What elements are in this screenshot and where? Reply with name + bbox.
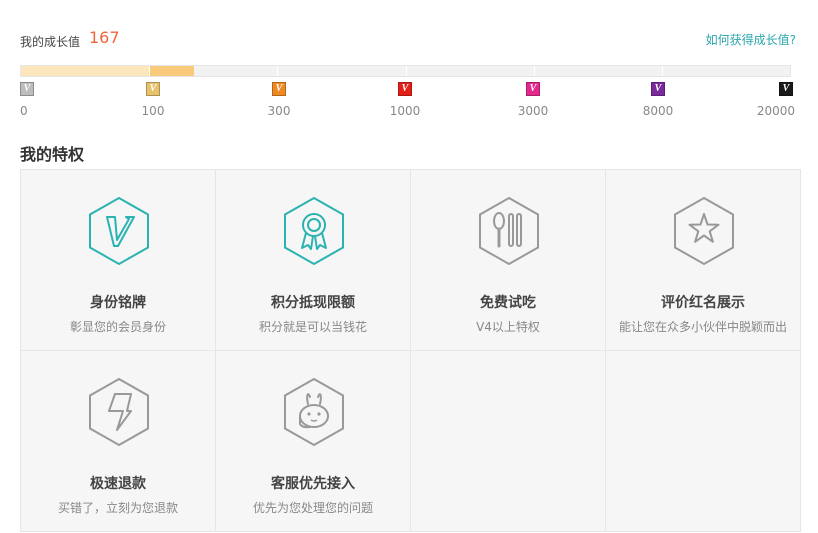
privilege-title: 积分抵现限额 (271, 295, 355, 311)
growth-progress-bar (20, 65, 791, 77)
award-ribbon-icon (284, 196, 344, 266)
privilege-card-points-limit[interactable]: 积分抵现限额 积分就是可以当钱花 (216, 170, 411, 351)
privilege-card-priority-service[interactable]: 客服优先接入 优先为您处理您的问题 (216, 351, 411, 532)
level-threshold: 3000 (517, 104, 549, 118)
progress-bar-tick (149, 66, 150, 76)
level-marker: V 300 (268, 82, 290, 118)
level-badge-icon: V (146, 82, 160, 96)
privilege-desc: 积分就是可以当钱花 (258, 320, 367, 334)
level-marker: V 1000 (390, 82, 420, 118)
star-icon (674, 196, 734, 266)
privilege-title: 客服优先接入 (271, 476, 355, 492)
privilege-title: 身份铭牌 (90, 295, 146, 311)
progress-bar-tick (534, 66, 535, 76)
level-marker: V 3000 (518, 82, 548, 118)
progress-fill-base (21, 66, 149, 76)
privilege-card-red-name[interactable]: 评价红名展示 能让您在众多小伙伴中脱颖而出 (606, 170, 800, 351)
empty-privilege-slot (411, 351, 606, 532)
privilege-card-id-badge[interactable]: 身份铭牌 彰显您的会员身份 (21, 170, 216, 351)
privileges-title: 我的特权 (20, 145, 85, 164)
level-threshold: 8000 (642, 104, 674, 118)
level-marker: V 20000 (757, 82, 795, 118)
level-badge-icon: V (20, 82, 34, 96)
level-threshold: 300 (267, 104, 291, 118)
level-threshold: 0 (20, 104, 28, 118)
growth-value: 167 (89, 28, 120, 47)
progress-bar-tick (406, 66, 407, 76)
how-to-earn-link[interactable]: 如何获得成长值? (706, 31, 796, 48)
level-badge-icon: V (526, 82, 540, 96)
privilege-desc: 优先为您处理您的问题 (252, 501, 373, 515)
customer-service-icon (284, 377, 344, 447)
v-badge-icon (89, 196, 149, 266)
level-marker: V 8000 (643, 82, 673, 118)
growth-header: 我的成长值 167 如何获得成长值? (20, 27, 796, 51)
level-marker: V 100 (142, 82, 164, 118)
privilege-desc: 彰显您的会员身份 (69, 320, 166, 334)
progress-bar-tick (277, 66, 278, 76)
privilege-desc: 能让您在众多小伙伴中脱颖而出 (618, 320, 787, 334)
privilege-card-fast-refund[interactable]: 极速退款 买错了，立刻为您退款 (21, 351, 216, 532)
privilege-desc: V4以上特权 (476, 320, 540, 334)
lightning-icon (89, 377, 149, 447)
level-threshold: 1000 (389, 104, 421, 118)
progress-bar-tick (662, 66, 663, 76)
progress-fill-current (149, 66, 194, 76)
privilege-title: 免费试吃 (480, 295, 536, 311)
privilege-title: 评价红名展示 (661, 295, 745, 311)
growth-value-label: 我的成长值 (20, 35, 81, 49)
level-marker: V0 (20, 82, 34, 118)
privileges-grid: 身份铭牌 彰显您的会员身份 积分抵现限额 积分就是可以当钱花 免费试吃 V4以上… (20, 169, 801, 532)
level-badge-icon: V (398, 82, 412, 96)
privilege-desc: 买错了，立刻为您退款 (57, 501, 178, 515)
level-badge-icon: V (651, 82, 665, 96)
empty-privilege-slot (606, 351, 800, 532)
level-threshold: 20000 (756, 104, 795, 118)
level-badge-icon: V (779, 82, 793, 96)
level-badge-icon: V (272, 82, 286, 96)
privilege-title: 极速退款 (90, 476, 146, 492)
spoon-fork-icon (479, 196, 539, 266)
privilege-card-free-tasting[interactable]: 免费试吃 V4以上特权 (411, 170, 606, 351)
level-threshold: 100 (141, 104, 165, 118)
